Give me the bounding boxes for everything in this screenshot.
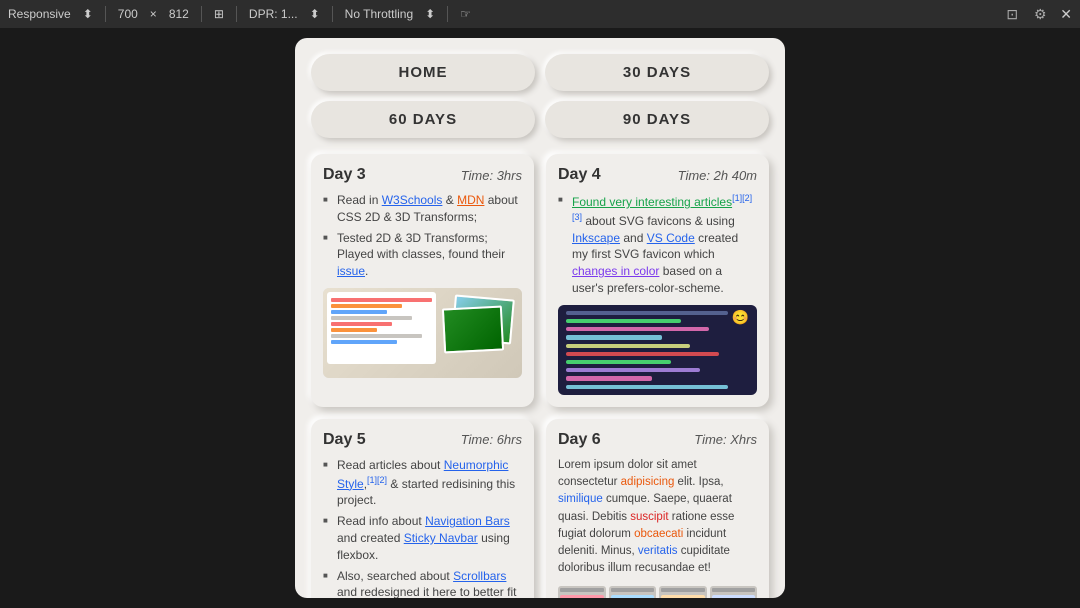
nav-home[interactable]: HOME xyxy=(311,54,535,91)
code-line xyxy=(331,316,412,320)
day5-header: Day 5 Time: 6hrs xyxy=(323,431,522,449)
day5-time: Time: 6hrs xyxy=(461,432,522,447)
code-line xyxy=(331,304,402,308)
close-button[interactable]: ✕ xyxy=(1060,6,1072,23)
code-line xyxy=(331,322,392,326)
device-icon: ⊞ xyxy=(214,7,224,21)
day3-item2: Tested 2D & 3D Transforms; Played with c… xyxy=(323,230,522,280)
throttle-label[interactable]: No Throttling xyxy=(345,7,413,21)
day4-header: Day 4 Time: 2h 40m xyxy=(558,166,757,184)
day6-thumbnails xyxy=(558,586,757,598)
thumb-bar xyxy=(661,588,705,592)
thumb-bar xyxy=(712,588,756,592)
width-value[interactable]: 700 xyxy=(118,7,138,21)
browser-controls: ⊡ ⚙ ✕ xyxy=(1004,6,1072,23)
day5-item3: Also, searched about Scrollbars and rede… xyxy=(323,568,522,598)
code-line xyxy=(566,385,728,389)
code-line xyxy=(566,327,709,331)
touch-icon: ☞ xyxy=(460,7,471,21)
main-card: HOME 30 DAYS 60 DAYS 90 DAYS Day 3 Time:… xyxy=(295,38,785,598)
thumb-img xyxy=(712,595,756,598)
day3-code-lines xyxy=(327,292,436,350)
days-grid: Day 3 Time: 3hrs Read in W3Schools & MDN… xyxy=(311,154,769,598)
day3-code-window xyxy=(327,292,436,364)
code-line xyxy=(566,311,728,315)
content-area: HOME 30 DAYS 60 DAYS 90 DAYS Day 3 Time:… xyxy=(0,28,1080,608)
screenshot-icon[interactable]: ⊡ xyxy=(1004,6,1020,22)
day6-thumb1 xyxy=(558,586,606,598)
day4-code-preview: 😊 xyxy=(558,305,757,395)
day6-header: Day 6 Time: Xhrs xyxy=(558,431,757,449)
nav-grid: HOME 30 DAYS 60 DAYS 90 DAYS xyxy=(311,54,769,138)
nav-90days[interactable]: 90 DAYS xyxy=(545,101,769,138)
nav-30days[interactable]: 30 DAYS xyxy=(545,54,769,91)
divider1 xyxy=(105,6,106,22)
day6-text: Lorem ipsum dolor sit amet consectetur a… xyxy=(558,457,757,578)
day6-time: Time: Xhrs xyxy=(694,432,757,447)
day3-header: Day 3 Time: 3hrs xyxy=(323,166,522,184)
day4-emoji: 😊 xyxy=(732,309,749,326)
day4-content: Found very interesting articles[1][2][3]… xyxy=(558,192,757,297)
throttle-arrow: ⬍ xyxy=(425,7,435,21)
code-line xyxy=(331,298,432,302)
day6-title: Day 6 xyxy=(558,431,601,449)
thumb-img xyxy=(661,595,705,598)
code-line xyxy=(566,368,700,372)
code-line xyxy=(566,319,681,323)
day3-card: Day 3 Time: 3hrs Read in W3Schools & MDN… xyxy=(311,154,534,407)
day5-item1: Read articles about Neumorphic Style,[1]… xyxy=(323,457,522,509)
code-line xyxy=(566,360,671,364)
dpr-arrow: ⬍ xyxy=(310,7,320,21)
code-line xyxy=(566,352,719,356)
day4-time: Time: 2h 40m xyxy=(678,168,757,183)
thumb-img xyxy=(560,595,604,598)
day3-photo-front xyxy=(442,305,504,353)
responsive-label[interactable]: Responsive xyxy=(8,7,71,21)
day6-thumb3 xyxy=(659,586,707,598)
day5-content: Read articles about Neumorphic Style,[1]… xyxy=(323,457,522,598)
day4-card: Day 4 Time: 2h 40m Found very interestin… xyxy=(546,154,769,407)
day5-title: Day 5 xyxy=(323,431,366,449)
day3-title: Day 3 xyxy=(323,166,366,184)
divider5 xyxy=(447,6,448,22)
code-line xyxy=(566,335,662,339)
code-line xyxy=(566,344,690,348)
code-line xyxy=(566,376,652,380)
day6-card: Day 6 Time: Xhrs Lorem ipsum dolor sit a… xyxy=(546,419,769,598)
day3-image xyxy=(323,288,522,378)
day6-thumb4 xyxy=(710,586,758,598)
nav-60days[interactable]: 60 DAYS xyxy=(311,101,535,138)
day3-photo-stack xyxy=(438,292,518,355)
day3-time: Time: 3hrs xyxy=(461,168,522,183)
day4-item1: Found very interesting articles[1][2][3]… xyxy=(558,192,757,297)
day3-collage xyxy=(323,288,522,378)
thumb-bar xyxy=(560,588,604,592)
responsive-arrow: ⬍ xyxy=(83,7,93,21)
day6-thumb2 xyxy=(609,586,657,598)
code-line xyxy=(331,328,377,332)
code-line xyxy=(331,334,422,338)
day5-card: Day 5 Time: 6hrs Read articles about Neu… xyxy=(311,419,534,598)
code-line xyxy=(331,310,387,314)
day6-content: Lorem ipsum dolor sit amet consectetur a… xyxy=(558,457,757,578)
day3-item1: Read in W3Schools & MDN about CSS 2D & 3… xyxy=(323,192,522,226)
code-line xyxy=(331,340,397,344)
divider4 xyxy=(332,6,333,22)
browser-toolbar: Responsive ⬍ 700 × 812 ⊞ DPR: 1... ⬍ No … xyxy=(0,0,1080,28)
divider2 xyxy=(201,6,202,22)
thumb-img xyxy=(611,595,655,598)
day4-title: Day 4 xyxy=(558,166,601,184)
divider3 xyxy=(236,6,237,22)
dpr-label[interactable]: DPR: 1... xyxy=(249,7,298,21)
day3-content: Read in W3Schools & MDN about CSS 2D & 3… xyxy=(323,192,522,280)
settings-icon[interactable]: ⚙ xyxy=(1032,6,1048,22)
day5-item2: Read info about Navigation Bars and crea… xyxy=(323,513,522,563)
height-value[interactable]: 812 xyxy=(169,7,189,21)
thumb-bar xyxy=(611,588,655,592)
times-symbol: × xyxy=(150,7,157,21)
